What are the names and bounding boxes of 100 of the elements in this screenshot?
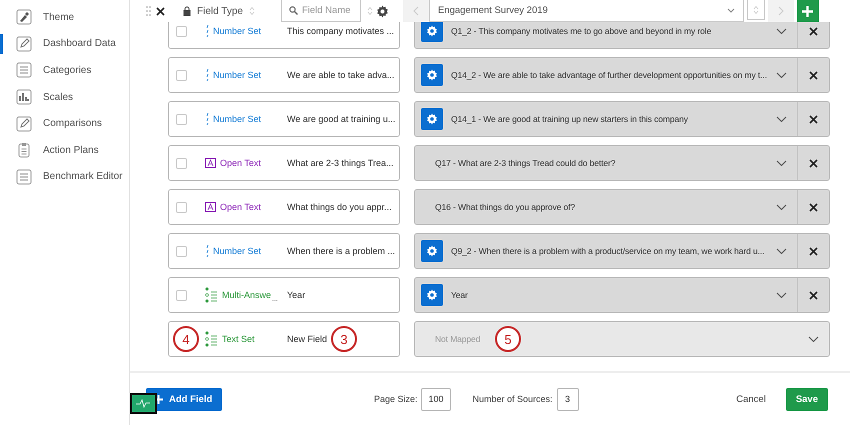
lock-icon (183, 6, 191, 16)
field-type-label: Text Set (222, 334, 255, 344)
search-field[interactable]: Field Name (280, 0, 361, 22)
field-name: This company motivates ... (287, 26, 394, 36)
search-icon (288, 6, 298, 15)
field-type-label: Open Text (220, 202, 261, 212)
checkbox[interactable] (176, 202, 187, 212)
mapping-text: Q16 - What things do you approve of? (435, 202, 576, 212)
gear-icon (426, 113, 438, 125)
mapping-select[interactable]: Q17 - What are 2-3 things Tread could do better? (414, 145, 830, 181)
chevron-down-icon (776, 28, 787, 34)
sidebar-item-icon (16, 116, 32, 132)
mapping-select[interactable]: Q14_2 - We are able to take advantage of further development opportunities on my t... (414, 57, 830, 93)
callout-number: 3 (331, 326, 357, 352)
page-size-label: Page Size: (374, 394, 418, 404)
checkbox[interactable] (176, 70, 187, 80)
add-source-button[interactable] (796, 0, 819, 22)
page-size-field[interactable]: 100 (421, 388, 451, 410)
field-name: What things do you appr... (287, 202, 392, 212)
sidebar-item-icon (16, 9, 32, 26)
close-icon (809, 158, 818, 168)
field-type-label: Number Set (213, 114, 262, 124)
sidebar-item-icon (16, 89, 32, 106)
sidebar-item[interactable]: Action Plans (0, 136, 129, 164)
close-icon (809, 70, 818, 80)
close-icon (809, 290, 818, 300)
sort-icon (366, 6, 373, 16)
sources-field[interactable]: 3 (556, 388, 579, 410)
field-type-label: Multi-Answe (222, 290, 272, 300)
mapping-select[interactable]: Year (414, 277, 830, 313)
gear-icon (426, 25, 438, 37)
drag-handle-icon (146, 6, 151, 16)
field-name: What are 2-3 things Trea... (287, 158, 394, 168)
settings-button[interactable] (421, 284, 443, 306)
cancel-button[interactable]: Cancel (730, 392, 772, 406)
chevron-down-icon (726, 8, 735, 13)
number-icon (205, 244, 209, 258)
plus-icon (802, 6, 814, 16)
chevron-right-icon (778, 6, 784, 16)
checkbox[interactable] (176, 26, 187, 36)
sidebar-item[interactable]: Theme (0, 4, 129, 31)
field-name: We are able to take adva... (287, 70, 394, 80)
close-icon (809, 246, 818, 256)
gear-icon (426, 289, 438, 301)
settings-button[interactable] (421, 240, 443, 262)
plus-icon (154, 394, 163, 404)
mapping-select[interactable]: Q16 - What things do you approve of? (414, 189, 830, 225)
chevron-down-icon (776, 160, 787, 166)
mapping-select[interactable]: Q9_2 - When there is a problem with a product/service on my team, we work hard u... (414, 233, 830, 269)
sidebar-item-icon (16, 142, 32, 158)
sort-icon (248, 6, 255, 16)
mapping-select[interactable]: Q1_2 - This company motivates me to go above and beyond in my role (414, 22, 830, 49)
sidebar-item[interactable]: Comparisons (0, 110, 129, 137)
sources-label: Number of Sources: (472, 394, 553, 404)
sidebar-item-icon (16, 36, 32, 52)
mapping-select[interactable]: Not Mapped 5 (414, 321, 830, 357)
mapping-text: Q14_2 - We are able to take advantage of further development opportunities on my t... (451, 70, 767, 80)
checkbox[interactable] (176, 290, 187, 300)
save-button[interactable]: Save (786, 388, 828, 410)
settings-button[interactable] (421, 22, 443, 42)
column-header: Field Type (197, 6, 243, 16)
number-icon (205, 24, 209, 38)
chevron-down-icon (776, 72, 787, 78)
activity-icon[interactable] (130, 393, 157, 414)
field-type-label: Open Text (220, 158, 261, 168)
mapping-text: Q1_2 - This company motivates me to go above and beyond in my role (451, 26, 712, 36)
mapping-text: Q9_2 - When there is a problem with a product/service on my team, we work hard u... (451, 246, 764, 256)
settings-icon (376, 4, 389, 18)
mapping-select[interactable]: Q14_1 - We are good at training up new starters in this company (414, 101, 830, 137)
close-icon (156, 6, 165, 16)
sidebar-item[interactable]: Dashboard Data (0, 30, 129, 58)
list-icon (205, 287, 218, 303)
list-icon (205, 331, 218, 347)
text-entry-icon (205, 202, 216, 212)
chevron-down-icon (776, 248, 787, 254)
field-type-label: Number Set (213, 26, 262, 36)
field-name: New Field (287, 334, 328, 344)
gear-icon (426, 69, 438, 81)
checkbox[interactable] (176, 158, 187, 168)
mapping-text: Q17 - What are 2-3 things Tread could do better? (435, 158, 616, 168)
sidebar-item-icon (16, 62, 32, 78)
field-type-label: Number Set (213, 246, 262, 256)
checkbox[interactable] (176, 114, 187, 124)
number-icon (205, 112, 209, 126)
sidebar-item[interactable]: Benchmark Editor (0, 164, 129, 190)
checkbox[interactable] (176, 246, 187, 256)
number-icon (205, 68, 209, 82)
callout-number: 5 (495, 326, 521, 352)
sidebar-item[interactable]: Scales (0, 84, 129, 110)
sidebar-item-icon (16, 168, 32, 185)
sidebar-item[interactable]: Categories (0, 57, 129, 84)
chevron-left-icon (412, 6, 419, 16)
field-name: When there is a problem ... (287, 246, 396, 256)
chevron-down-icon (776, 116, 787, 122)
sort-icon (752, 4, 759, 14)
settings-button[interactable] (421, 64, 443, 86)
field-type-label: Number Set (213, 70, 262, 80)
settings-button[interactable] (421, 108, 443, 130)
text-entry-icon (205, 158, 216, 168)
close-icon (809, 26, 818, 36)
